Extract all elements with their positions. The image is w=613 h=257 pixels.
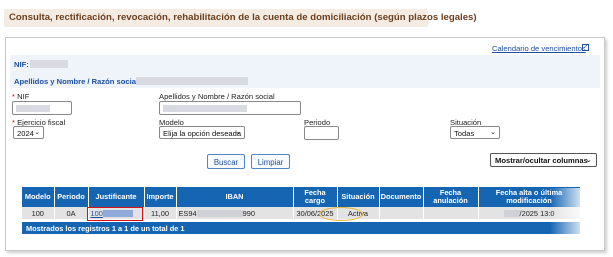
col-header-justificante[interactable]: Justificante [88,187,145,207]
chevron-down-icon: ⌄ [235,129,241,136]
name-field-label: Apellidos y Nombre / Razón social [159,92,275,101]
clear-button[interactable]: Limpiar [251,154,290,169]
col-header-iban[interactable]: IBAN [176,187,294,207]
external-link-icon[interactable]: ↗ [582,44,589,51]
justificante-highlight [87,207,143,221]
table-header-row: Modelo Periodo Justificante Importe IBAN… [22,187,581,207]
situacion-select[interactable]: Todas ⌄ [450,126,500,139]
calendar-link[interactable]: Calendario de vencimientos [492,44,586,53]
page-title: Consulta, rectificación, revocación, reh… [4,9,477,27]
search-button[interactable]: Buscar [207,154,245,169]
show-hide-columns-select[interactable]: Mostrar/ocultar columnas ⌄ [490,153,597,167]
col-header-modelo[interactable]: Modelo [22,187,55,207]
col-header-documento[interactable]: Documento [379,187,424,207]
periodo-input[interactable] [304,126,339,140]
cell-iban: ES94 990 [176,207,294,219]
nif-field-label: * NIF [12,92,30,101]
cell-fecha-anulacion [423,207,479,219]
col-header-situacion[interactable]: Situación [337,187,380,207]
col-header-fecha-anulacion[interactable]: Fecha anulación [423,187,479,207]
table-footer: Mostrados los registros 1 a 1 de un tota… [22,222,580,234]
info-nif-value-redacted [30,60,68,68]
cell-modelo: 100 [22,207,55,219]
chevron-down-icon: ⌄ [34,129,40,136]
col-header-fecha-cargo[interactable]: Fecha cargo [293,187,338,207]
info-nif-label: NIF: [14,60,29,69]
cell-periodo: 0A [54,207,89,219]
col-header-importe[interactable]: Importe [144,187,177,207]
table-edge-fade [550,188,582,234]
nif-input[interactable] [12,101,72,115]
name-input[interactable] [159,101,301,115]
situacion-highlight [319,207,363,221]
col-header-periodo[interactable]: Periodo [54,187,89,207]
info-name-value-redacted [136,77,248,85]
chevron-down-icon: ⌄ [490,129,496,136]
cell-documento [379,207,424,219]
chevron-down-icon: ⌄ [585,155,592,164]
ejercicio-select[interactable]: 2024 ⌄ [13,126,44,139]
info-name-label: Apellidos y Nombre / Razón social: [14,77,141,86]
cell-importe: 11,00 [144,207,177,219]
modelo-select[interactable]: Elija la opción deseada ⌄ [159,126,245,139]
